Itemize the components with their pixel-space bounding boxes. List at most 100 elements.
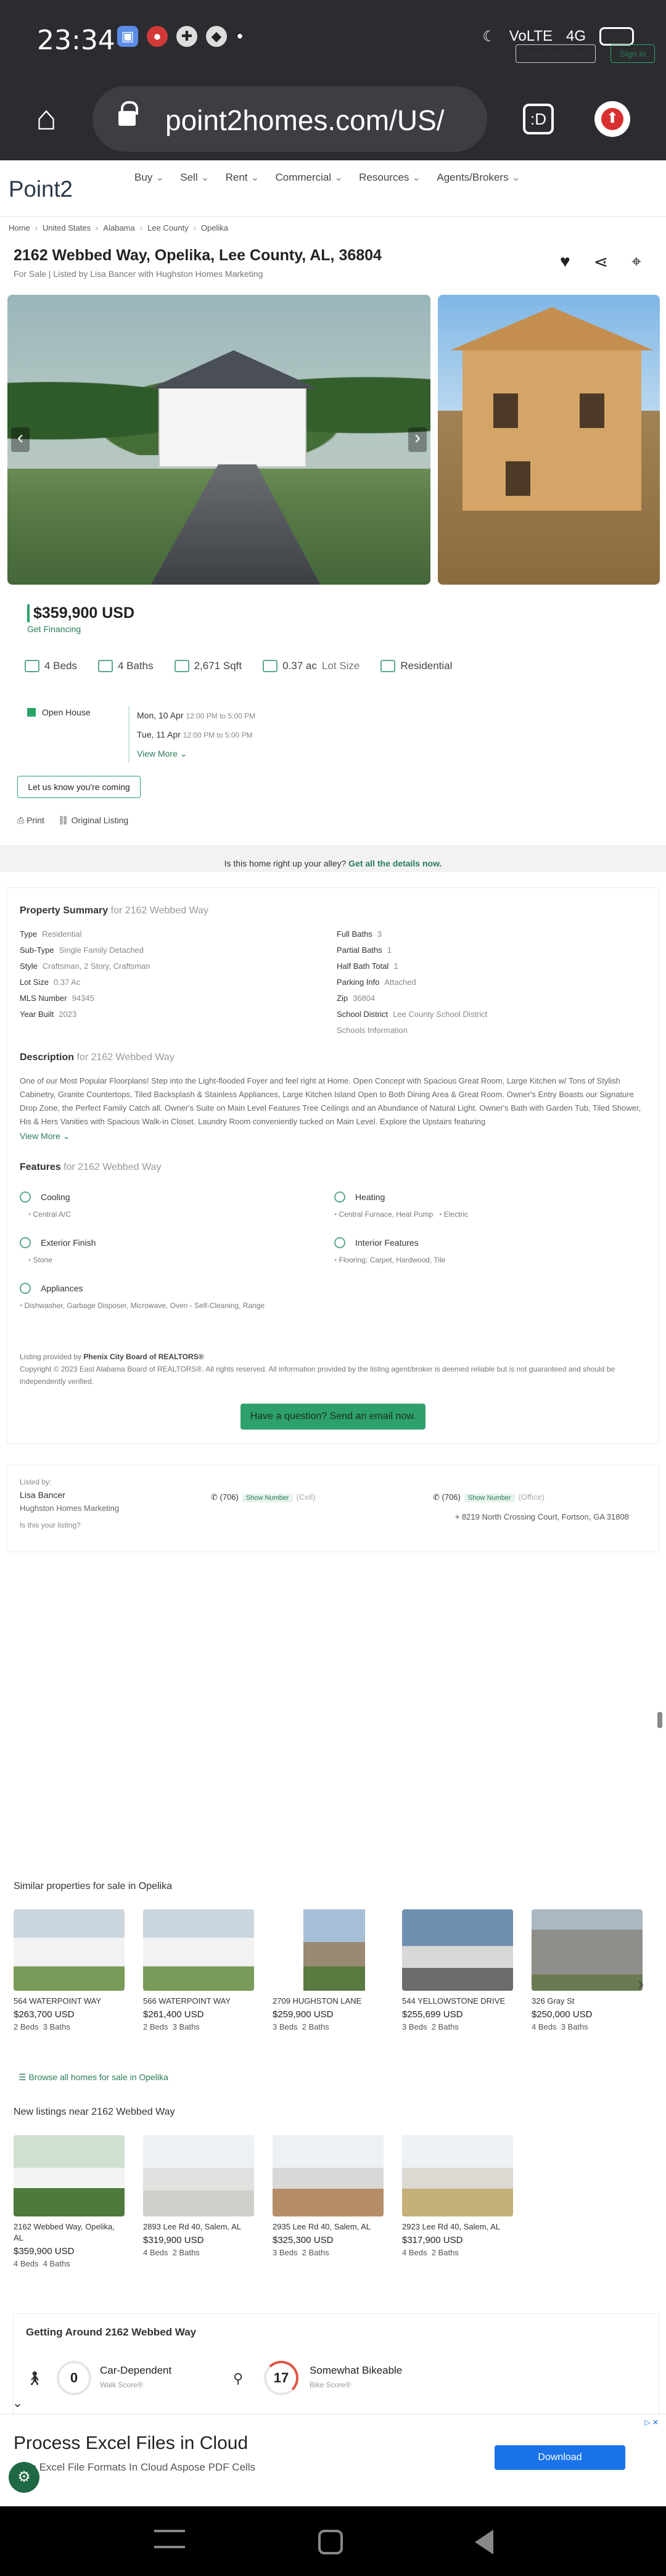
summary-row: Style Craftsman, 2 Story, Craftsman: [20, 961, 150, 971]
similar-title: Similar properties for sale in Opelika: [14, 1881, 172, 1891]
app-notification-icon: ▣: [117, 26, 138, 47]
summary-row: Type Residential: [20, 929, 82, 939]
breadcrumb-country[interactable]: United States: [35, 223, 91, 232]
feature-cooling: Cooling: [20, 1191, 70, 1203]
breadcrumb-city[interactable]: Opelika: [194, 223, 228, 232]
print-link[interactable]: ⎙ Print: [17, 815, 44, 826]
nav-rent[interactable]: Rent: [226, 171, 260, 184]
claim-listing-link[interactable]: Is this your listing?: [20, 1521, 81, 1529]
similar-card[interactable]: 544 YELLOWSTONE DRIVE $255,699 USD 3 Bed…: [402, 1909, 513, 2031]
summary-row: Full Baths 3: [337, 929, 382, 939]
summary-row: Year Built 2023: [20, 1010, 77, 1019]
home-nav-icon[interactable]: [318, 2530, 343, 2554]
nav-agents-brokers[interactable]: Agents/Brokers: [437, 171, 520, 184]
photo-main[interactable]: ‹ ›: [7, 295, 430, 585]
description-title: Description for 2162 Webbed Way: [20, 1052, 175, 1063]
listing-card[interactable]: 2893 Lee Rd 40, Salem, AL $319,900 USD 4…: [143, 2135, 254, 2268]
ad-banner[interactable]: ▷ ✕ Process Excel Files in Cloud ulate E…: [0, 2414, 666, 2506]
heart-icon[interactable]: ♥: [560, 252, 570, 272]
printer-icon: ⎙: [17, 815, 27, 825]
ad-close-icon[interactable]: ▷ ✕: [644, 2418, 659, 2427]
legal-disclaimer: Listing provided by Phenix City Board of…: [20, 1352, 615, 1386]
similar-card[interactable]: 2709 HUGHSTON LANE $259,900 USD 3 Beds 2…: [273, 1909, 384, 2031]
network-icon: 4G: [565, 28, 586, 44]
beds-fact: 4 Beds: [25, 660, 77, 672]
walk-icon: 🚶︎: [26, 2371, 43, 2386]
battery-icon: [599, 27, 634, 46]
show-number-button[interactable]: Show Number: [242, 1494, 293, 1502]
breadcrumb-county[interactable]: Lee County: [140, 223, 189, 232]
similar-card[interactable]: 326 Gray St $250,000 USD 4 Beds 3 Baths: [532, 1909, 643, 2031]
browse-all-link[interactable]: ☰ Browse all homes for sale in Opelika: [18, 2072, 168, 2083]
agent-firm: Hughston Homes Marketing: [20, 1504, 120, 1513]
main-nav: Buy Sell Rent Commercial Resources Agent…: [134, 171, 520, 184]
nav-resources[interactable]: Resources: [359, 171, 421, 184]
summary-left: Type Residential Sub-Type Single Family De…: [20, 926, 150, 1023]
new-listings-list: 2162 Webbed Way, Opelika, AL $359,900 US…: [14, 2135, 513, 2268]
back-icon[interactable]: [475, 2530, 493, 2554]
ad-title: Process Excel Files in Cloud: [14, 2433, 249, 2453]
type-fact: Residential: [380, 660, 452, 672]
open-house-view-more[interactable]: View More ⌄: [137, 744, 255, 763]
scrollbar-thumb[interactable]: [657, 1712, 662, 1728]
tab-switcher-button[interactable]: :D: [523, 104, 554, 134]
lock-icon: [118, 101, 138, 128]
open-house-item: Tue, 11 Apr 12:00 PM to 5:00 PM: [137, 730, 253, 739]
get-details-link[interactable]: Get all the details now.: [348, 858, 442, 868]
share-icon[interactable]: ⋖: [594, 252, 608, 272]
feature-interior-values: Flooring: Carpet, Hardwood, Tile: [334, 1256, 445, 1264]
chevron-right-icon[interactable]: ›: [408, 427, 427, 452]
get-financing-link[interactable]: Get Financing: [27, 624, 81, 634]
open-house-label: Open House: [27, 707, 91, 717]
status-right: ☾ VoLTE 4G: [482, 27, 634, 46]
description-view-more[interactable]: View More ⌄: [20, 1131, 70, 1142]
summary-right: Full Baths 3 Partial Baths 1 Half Bath Tot…: [337, 926, 487, 1039]
accessibility-icon[interactable]: ⚙: [9, 2462, 39, 2493]
game-icon: ✚: [176, 26, 197, 47]
listing-card[interactable]: 2935 Lee Rd 40, Salem, AL $325,300 USD 3…: [273, 2135, 384, 2268]
extension-button[interactable]: ⬆: [594, 101, 630, 137]
list-icon: ☰: [18, 2072, 29, 2082]
advertise-button[interactable]: Advertise for free: [516, 44, 596, 63]
map-pin-icon[interactable]: ⌖: [631, 252, 641, 272]
original-listing-link[interactable]: ⛓ Original Listing: [58, 815, 128, 826]
alarm-icon: ☾: [482, 28, 496, 45]
address-bar[interactable]: point2homes.com/US/: [92, 86, 487, 152]
office-address: ⌖ 8219 North Crossing Court, Fortson, GA…: [455, 1512, 629, 1521]
breadcrumb-home[interactable]: Home: [9, 223, 30, 232]
photo-secondary[interactable]: [438, 295, 660, 585]
chevron-down-icon: ⌄: [179, 749, 187, 759]
send-email-button[interactable]: Have a question? Send an email now.: [240, 1404, 426, 1430]
nav-commercial[interactable]: Commercial: [275, 171, 343, 184]
phone-office: ✆ (706) Show Number (Office): [433, 1492, 545, 1502]
chevron-down-icon[interactable]: ⌄: [12, 2395, 23, 2411]
sofa-icon: [334, 1237, 345, 1248]
baths-fact: 4 Baths: [97, 660, 154, 672]
ad-download-button[interactable]: Download: [495, 2445, 625, 2470]
signin-button[interactable]: Sign in: [610, 44, 655, 63]
bed-icon: [25, 660, 39, 672]
chevron-right-icon[interactable]: ›: [638, 1973, 644, 1994]
breadcrumb-state[interactable]: Alabama: [96, 223, 134, 232]
listing-card[interactable]: 2923 Lee Rd 40, Salem, AL $317,900 USD 4…: [402, 2135, 513, 2268]
ruler-icon: [174, 660, 189, 672]
listing-card[interactable]: 2162 Webbed Way, Opelika, AL $359,900 US…: [14, 2135, 125, 2268]
logo[interactable]: Point2: [9, 173, 73, 204]
notification-icons: ▣ ● ✚ ◆ •: [117, 26, 244, 47]
bike-icon: ⚲: [233, 2371, 244, 2386]
new-listings-title: New listings near 2162 Webbed Way: [14, 2107, 175, 2117]
walk-score: 0: [57, 2361, 91, 2395]
nav-buy[interactable]: Buy: [134, 171, 164, 184]
walk-score-label: Car-Dependent: [100, 2364, 172, 2376]
let-us-know-button[interactable]: Let us know you're coming: [17, 776, 141, 798]
similar-card[interactable]: 566 WATERPOINT WAY $261,400 USD 2 Beds 3…: [143, 1909, 254, 2031]
chevron-left-icon[interactable]: ‹: [11, 427, 30, 452]
link-icon: ⛓: [57, 815, 72, 825]
home-icon[interactable]: ⌂: [25, 96, 68, 139]
phone-icon: ✆: [211, 1492, 220, 1502]
show-number-button[interactable]: Show Number: [464, 1494, 515, 1502]
nav-sell[interactable]: Sell: [180, 171, 209, 184]
recents-icon[interactable]: [154, 2530, 185, 2548]
open-house-item: Mon, 10 Apr 12:00 PM to 5:00 PM: [137, 710, 256, 720]
similar-card[interactable]: 564 WATERPOINT WAY $263,700 USD 2 Beds 3…: [14, 1909, 125, 2031]
